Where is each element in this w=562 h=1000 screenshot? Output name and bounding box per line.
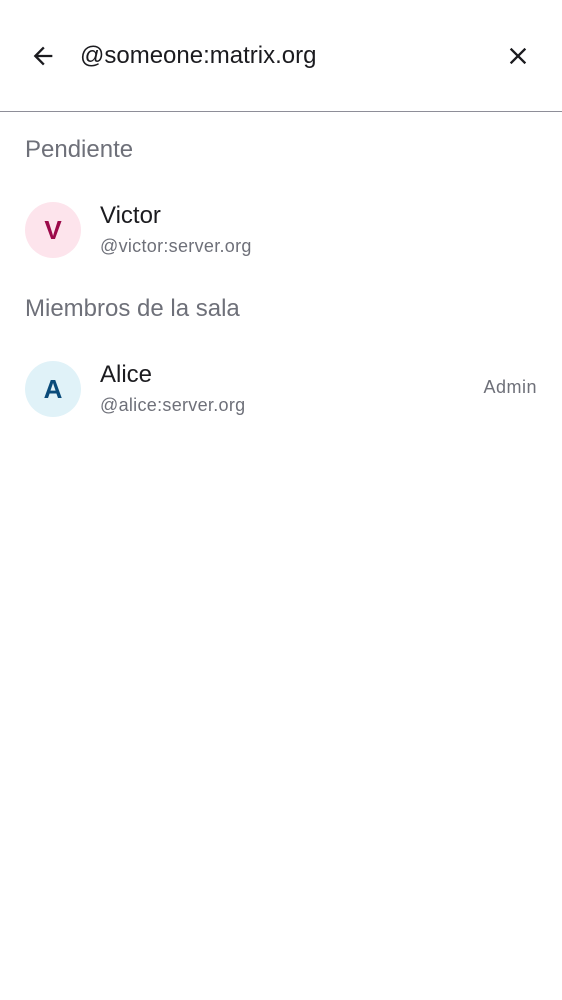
member-user-id: @alice:server.org	[100, 395, 246, 415]
search-bar	[0, 0, 562, 112]
member-search-screen: Pendiente V Victor @victor:server.org Mi…	[0, 0, 562, 1000]
member-row-alice[interactable]: A Alice @alice:server.org Admin	[0, 349, 562, 429]
member-role-badge: Admin	[483, 377, 537, 397]
search-input[interactable]	[80, 36, 470, 76]
member-name: Alice	[100, 361, 153, 388]
member-row-victor[interactable]: V Victor @victor:server.org	[0, 190, 562, 270]
avatar: V	[25, 202, 81, 258]
arrow-back-icon	[33, 46, 53, 66]
section-header-room-members: Miembros de la sala	[25, 295, 240, 322]
avatar: A	[25, 361, 81, 417]
member-name: Victor	[100, 202, 161, 229]
close-icon	[509, 47, 527, 65]
section-header-pending: Pendiente	[25, 136, 134, 163]
member-user-id: @victor:server.org	[100, 236, 252, 256]
clear-search-button[interactable]	[494, 32, 542, 80]
back-button[interactable]	[19, 32, 67, 80]
